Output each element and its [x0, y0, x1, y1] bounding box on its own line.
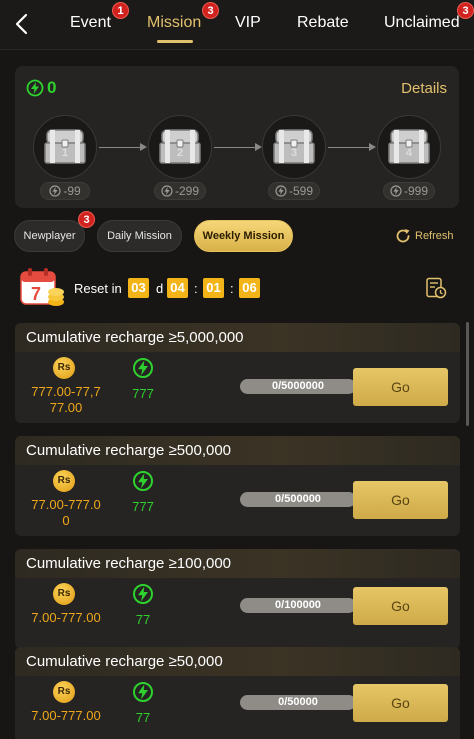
energy-total: 0 [26, 78, 56, 98]
arrow-right-icon [369, 143, 376, 151]
timer-sep: : [194, 281, 198, 296]
energy-bolt-icon [161, 185, 173, 197]
tab-rebate[interactable]: Rebate [297, 14, 349, 32]
mission-progress-bar: 0/100000 [240, 598, 356, 613]
energy-bolt-icon [390, 185, 402, 197]
tab-newplayer-badge: 3 [78, 211, 95, 228]
tab-unclaimed[interactable]: Unclaimed [384, 14, 460, 32]
active-tab-indicator [157, 40, 193, 43]
timer-seconds: 06 [239, 278, 260, 298]
energy-bolt-icon [49, 185, 61, 197]
timer-day-unit: d [156, 281, 164, 296]
back-arrow-icon[interactable] [10, 11, 34, 37]
reward-energy: 77 [135, 612, 151, 627]
reward-cash: 7.00-777.00 [31, 610, 101, 625]
scrollbar[interactable] [466, 322, 469, 426]
rupee-coin-icon: Rs [53, 583, 75, 605]
mission-progress-bar: 0/50000 [240, 695, 356, 710]
refresh-icon [396, 229, 410, 243]
energy-bolt-icon [133, 682, 153, 702]
energy-total-value: 0 [47, 78, 57, 97]
timer-minutes: 01 [203, 278, 224, 298]
mission-title: Cumulative recharge ≥500,000 [15, 436, 460, 465]
chest-cost: -599 [268, 182, 320, 200]
top-nav-bar: Event 1 Mission 3 VIP Rebate Unclaimed 3 [0, 0, 474, 50]
mission-progress-bar: 0/5000000 [240, 379, 356, 394]
timer-days: 03 [128, 278, 149, 298]
chest-connector [328, 147, 370, 148]
calendar-icon: 7 [20, 268, 64, 306]
mission-card: Cumulative recharge ≥500,000 Rs 77.00-77… [15, 436, 460, 536]
reward-energy: 777 [132, 386, 154, 401]
mission-card: Cumulative recharge ≥5,000,000 Rs 777.00… [15, 323, 460, 423]
details-link[interactable]: Details [401, 80, 447, 97]
mission-card: Cumulative recharge ≥50,000 Rs 7.00-777.… [15, 647, 460, 739]
tab-mission[interactable]: Mission [147, 14, 201, 32]
reward-cash: 777.00-77,7 77.00 [31, 384, 101, 415]
energy-bolt-icon [133, 358, 153, 378]
rupee-coin-icon: Rs [53, 681, 75, 703]
reward-cash: 77.00-777.0 0 [31, 497, 101, 528]
chest-number: 2 [176, 147, 184, 159]
mission-title: Cumulative recharge ≥50,000 [15, 647, 460, 676]
chest-3[interactable]: 3 [262, 115, 326, 179]
tab-mission-badge: 3 [202, 2, 219, 19]
tab-unclaimed-badge: 3 [457, 2, 474, 19]
energy-bolt-icon [275, 185, 287, 197]
arrow-right-icon [255, 143, 262, 151]
tab-newplayer[interactable]: Newplayer [14, 220, 85, 252]
progress-text: 0/50000 [278, 696, 318, 708]
chest-connector [214, 147, 256, 148]
arrow-right-icon [140, 143, 147, 151]
tab-event-badge: 1 [112, 2, 129, 19]
chest-number: 4 [405, 147, 413, 159]
timer-hours: 04 [167, 278, 188, 298]
record-icon[interactable] [425, 277, 447, 299]
go-button[interactable]: Go [353, 481, 448, 519]
tab-vip[interactable]: VIP [235, 14, 261, 32]
mission-progress-bar: 0/500000 [240, 492, 356, 507]
rupee-coin-icon: Rs [53, 357, 75, 379]
energy-bolt-icon [133, 584, 153, 604]
progress-text: 0/5000000 [272, 380, 324, 392]
reward-energy: 777 [132, 499, 154, 514]
chest-cost: -999 [383, 182, 435, 200]
chest-1[interactable]: 1 [33, 115, 97, 179]
progress-text: 0/500000 [275, 493, 321, 505]
tab-daily-mission[interactable]: Daily Mission [97, 220, 182, 252]
go-button[interactable]: Go [353, 587, 448, 625]
timer-sep: : [230, 281, 234, 296]
rupee-coin-icon: Rs [53, 470, 75, 492]
mission-title: Cumulative recharge ≥100,000 [15, 549, 460, 578]
refresh-button[interactable]: Refresh [394, 227, 454, 245]
chest-cost: -99 [40, 182, 90, 200]
tab-weekly-mission[interactable]: Weekly Mission [194, 220, 293, 252]
reset-label: Reset in [74, 281, 122, 296]
chest-4[interactable]: 4 [377, 115, 441, 179]
energy-bolt-icon [26, 79, 44, 97]
chest-connector [99, 147, 141, 148]
mission-card: Cumulative recharge ≥100,000 Rs 7.00-777… [15, 549, 460, 649]
chest-number: 1 [61, 147, 69, 159]
chest-cost: -299 [154, 182, 206, 200]
reward-cash: 7.00-777.00 [31, 708, 101, 723]
energy-bolt-icon [133, 471, 153, 491]
svg-text:7: 7 [31, 284, 41, 304]
chest-number: 3 [290, 147, 298, 159]
go-button[interactable]: Go [353, 368, 448, 406]
progress-text: 0/100000 [275, 599, 321, 611]
tab-event[interactable]: Event [70, 14, 111, 32]
mission-title: Cumulative recharge ≥5,000,000 [15, 323, 460, 352]
chest-2[interactable]: 2 [148, 115, 212, 179]
reward-energy: 77 [135, 710, 151, 725]
go-button[interactable]: Go [353, 684, 448, 722]
